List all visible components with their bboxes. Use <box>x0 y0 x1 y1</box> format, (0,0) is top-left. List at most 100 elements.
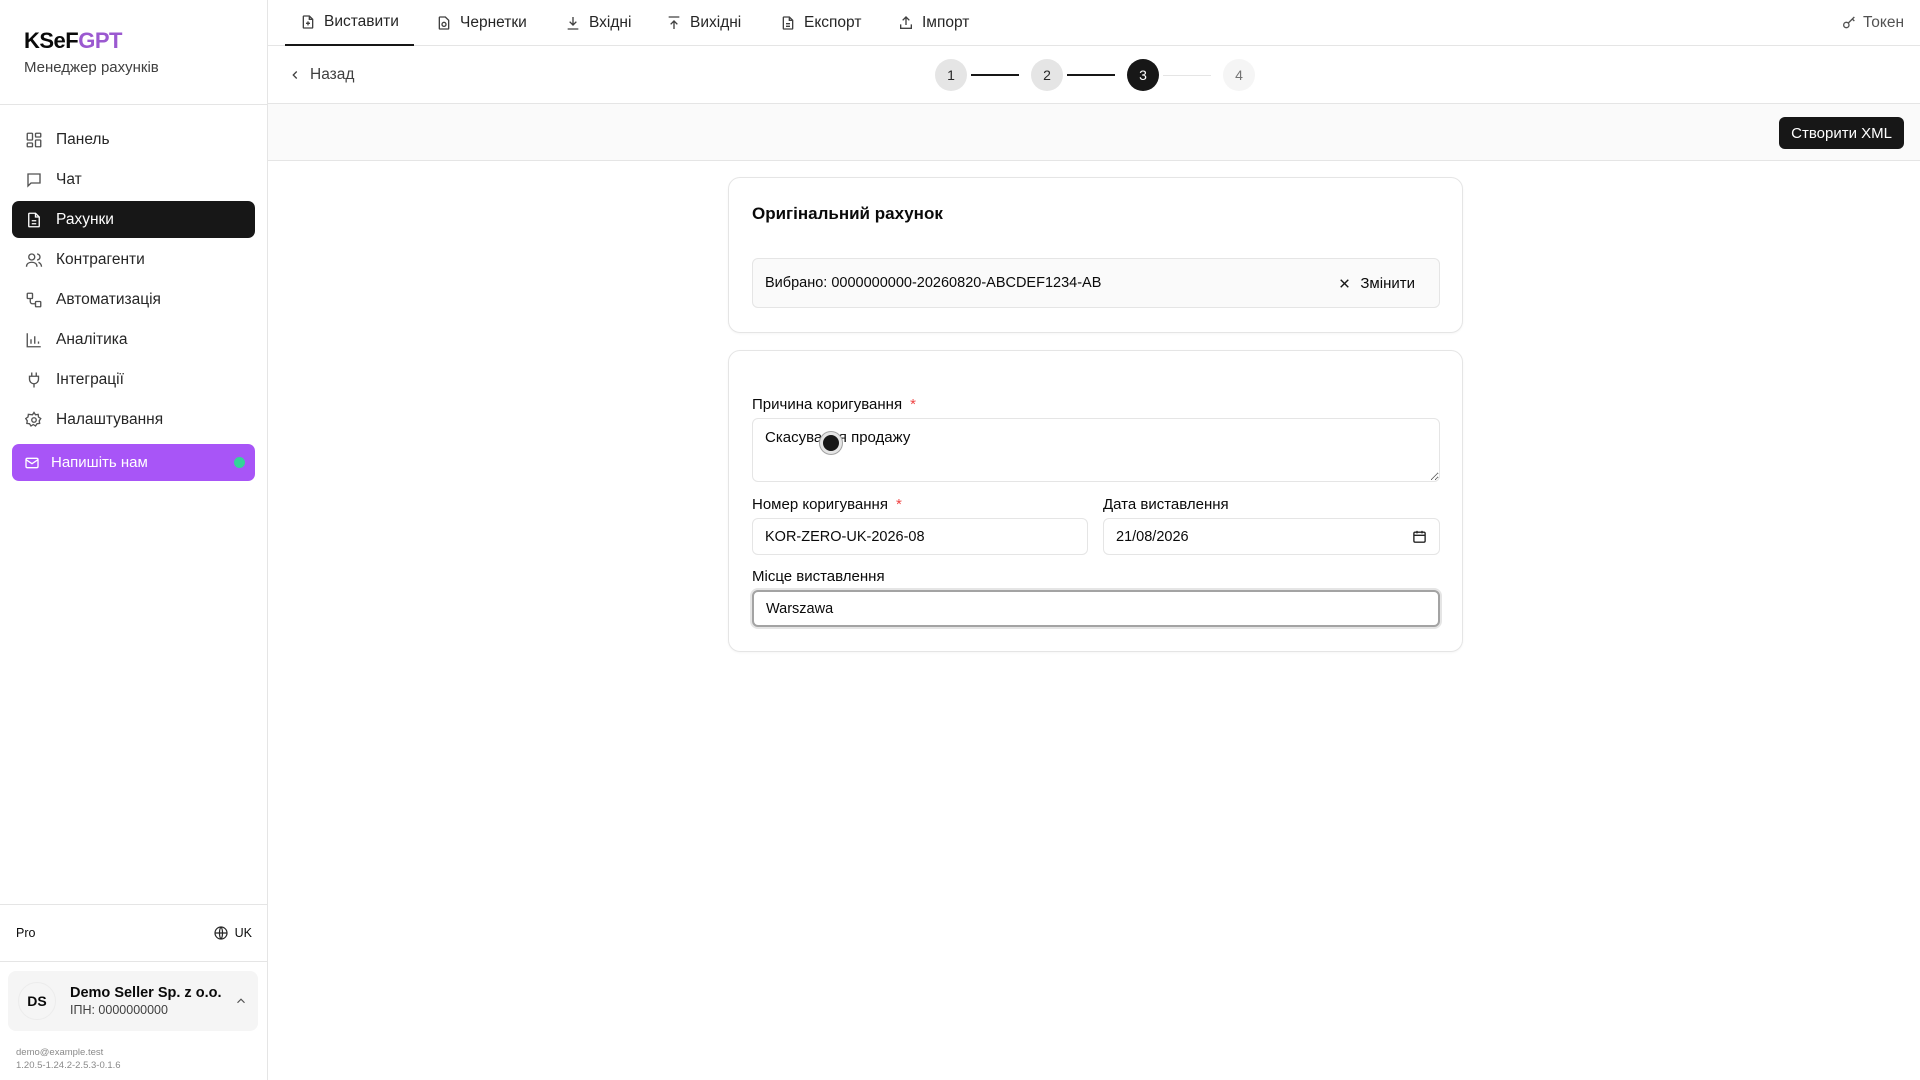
sidebar-nav: Панель Чат Рахунки Контрагенти Автоматиз… <box>0 105 267 497</box>
sidebar-item-label: Інтеграції <box>56 370 124 388</box>
sidebar-item-label: Панель <box>56 130 110 148</box>
chat-icon <box>24 170 44 190</box>
gear-icon <box>24 410 44 430</box>
top-tabs: Виставити Чернетки Вхідні Вихідні Експор… <box>268 0 1920 46</box>
pointer-cursor <box>820 432 842 454</box>
account-info: Demo Seller Sp. z o.o. ІПН: 0000000000 <box>70 985 221 1017</box>
app-version: 1.20.5-1.24.2-2.5.3-0.1.6 <box>16 1060 121 1071</box>
invoice-icon <box>24 210 44 230</box>
token-button[interactable]: Токен <box>1841 0 1904 46</box>
card-title: Оригінальний рахунок <box>752 204 943 223</box>
tab-label: Виставити <box>324 13 399 30</box>
sidebar-item-label: Контрагенти <box>56 250 145 268</box>
back-label: Назад <box>310 66 355 83</box>
avatar: DS <box>18 982 56 1020</box>
sidebar-item-invoices[interactable]: Рахунки <box>12 201 255 238</box>
footer-info: demo@example.test 1.20.5-1.24.2-2.5.3-0.… <box>16 1046 121 1072</box>
tab-import[interactable]: Імпорт <box>898 0 969 46</box>
chevron-left-icon <box>288 68 302 82</box>
sidebar-item-contractors[interactable]: Контрагенти <box>12 241 255 278</box>
change-invoice-button[interactable]: Змінити <box>1326 265 1427 301</box>
step-connector <box>971 74 1019 76</box>
sidebar-item-analytics[interactable]: Аналітика <box>12 321 255 358</box>
dashboard-icon <box>24 130 44 150</box>
token-label: Токен <box>1862 14 1904 31</box>
create-xml-button[interactable]: Створити XML <box>1779 117 1904 149</box>
sidebar-item-settings[interactable]: Налаштування <box>12 401 255 438</box>
step-connector <box>1067 74 1115 76</box>
issue-date-input[interactable]: 21/08/2026 <box>1103 518 1440 555</box>
users-icon <box>24 250 44 270</box>
import-icon <box>898 15 915 32</box>
step-4[interactable]: 4 <box>1223 59 1255 91</box>
brand: KSeFGPT Менеджер рахунків <box>0 0 267 105</box>
issue-date-value: 21/08/2026 <box>1116 528 1189 545</box>
file-export-icon <box>780 15 797 32</box>
wizard-header: Назад 1 2 3 4 <box>268 46 1920 104</box>
account-name: Demo Seller Sp. z o.o. <box>70 985 222 1001</box>
contact-us-label: Напишіть нам <box>51 454 148 471</box>
upload-icon <box>666 15 683 32</box>
tab-incoming[interactable]: Вхідні <box>565 0 631 46</box>
app-subtitle: Менеджер рахунків <box>24 59 159 76</box>
online-status-dot <box>234 457 245 468</box>
issue-place-input[interactable]: Warszawa <box>752 590 1440 627</box>
tab-label: Вхідні <box>589 14 632 31</box>
plug-icon <box>24 370 44 390</box>
sidebar-item-label: Автоматизація <box>56 290 161 308</box>
tab-label: Чернетки <box>460 14 527 31</box>
tab-label: Імпорт <box>922 14 970 31</box>
tab-export[interactable]: Експорт <box>780 0 861 46</box>
step-3[interactable]: 3 <box>1127 59 1159 91</box>
workflow-icon <box>24 290 44 310</box>
tab-label: Вихідні <box>690 14 742 31</box>
reason-textarea[interactable]: Скасування продажу <box>752 418 1440 482</box>
plan-row: Pro UK <box>0 904 268 962</box>
sidebar-item-label: Рахунки <box>56 210 114 228</box>
change-label: Змінити <box>1360 274 1415 292</box>
selected-invoice: Вибрано: 0000000000-20260820-ABCDEF1234-… <box>752 258 1440 308</box>
sidebar-item-automation[interactable]: Автоматизація <box>12 281 255 318</box>
language-switcher[interactable]: UK <box>213 925 252 941</box>
calendar-icon[interactable] <box>1412 529 1427 544</box>
step-connector <box>1163 75 1211 76</box>
tab-outgoing[interactable]: Вихідні <box>666 0 741 46</box>
tab-drafts[interactable]: Чернетки <box>436 0 527 46</box>
correction-form-card: Причина коригування * Скасування продажу … <box>728 350 1463 652</box>
back-button[interactable]: Назад <box>288 46 354 104</box>
sidebar-item-label: Чат <box>56 170 82 188</box>
step-1[interactable]: 1 <box>935 59 967 91</box>
sidebar-item-chat[interactable]: Чат <box>12 161 255 198</box>
contact-us-button[interactable]: Напишіть нам <box>12 444 255 481</box>
action-bar: Створити XML <box>268 104 1920 161</box>
tab-label: Експорт <box>804 14 862 31</box>
close-icon <box>1338 277 1351 290</box>
chart-icon <box>24 330 44 350</box>
sidebar-item-label: Аналітика <box>56 330 128 348</box>
account-tax-id: ІПН: 0000000000 <box>70 1003 168 1017</box>
selected-invoice-text: Вибрано: 0000000000-20260820-ABCDEF1234-… <box>765 275 1102 291</box>
user-email: demo@example.test <box>16 1047 104 1058</box>
original-invoice-card: Оригінальний рахунок Вибрано: 0000000000… <box>728 177 1463 333</box>
chevron-up-icon <box>234 994 248 1008</box>
key-icon <box>1841 15 1857 31</box>
correction-number-label: Номер коригування * <box>752 496 902 513</box>
account-switcher[interactable]: DS Demo Seller Sp. z o.o. ІПН: 000000000… <box>8 971 258 1031</box>
draft-icon <box>436 15 453 32</box>
download-icon <box>565 15 582 32</box>
sidebar-item-dashboard[interactable]: Панель <box>12 121 255 158</box>
issue-place-label: Місце виставлення <box>752 568 885 585</box>
reason-label: Причина коригування * <box>752 396 916 413</box>
sidebar-item-integrations[interactable]: Інтеграції <box>12 361 255 398</box>
issue-date-label: Дата виставлення <box>1103 496 1229 513</box>
step-2[interactable]: 2 <box>1031 59 1063 91</box>
sidebar-item-label: Налаштування <box>56 410 164 428</box>
globe-icon <box>213 925 229 941</box>
app-logo[interactable]: KSeFGPT <box>24 28 243 54</box>
plan-badge: Pro <box>16 926 36 940</box>
language-label: UK <box>234 926 252 940</box>
correction-number-input[interactable]: KOR-ZERO-UK-2026-08 <box>752 518 1088 555</box>
tab-issue[interactable]: Виставити <box>285 0 414 46</box>
sidebar: KSeFGPT Менеджер рахунків Панель Чат Рах… <box>0 0 268 1080</box>
mail-icon <box>24 454 42 472</box>
